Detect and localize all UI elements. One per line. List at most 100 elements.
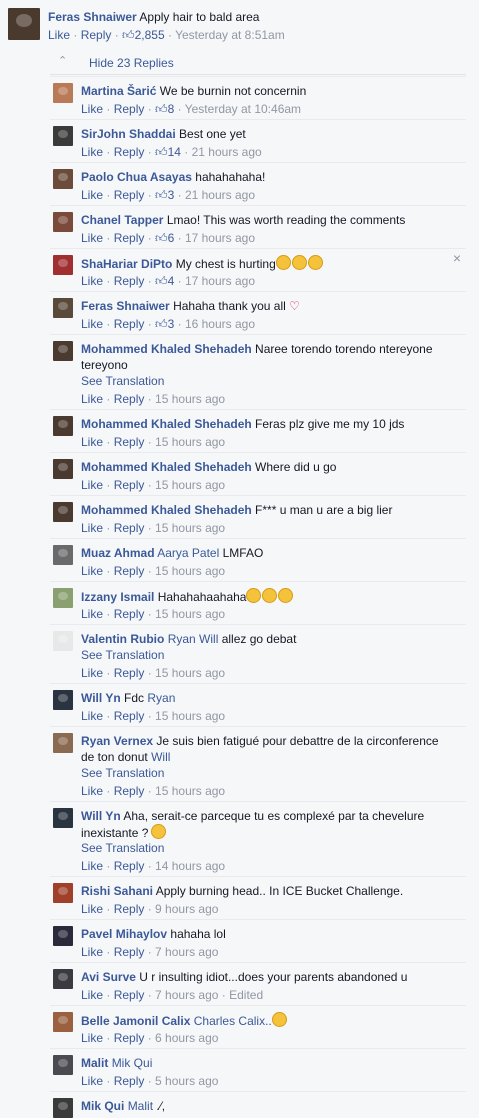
- timestamp[interactable]: 21 hours ago: [192, 145, 262, 159]
- reply-author[interactable]: Ryan Vernex: [81, 734, 153, 748]
- like-button[interactable]: Like: [81, 564, 103, 578]
- reply-author[interactable]: Paolo Chua Asayas: [81, 170, 192, 184]
- reply-button[interactable]: Reply: [114, 188, 145, 202]
- see-translation-link[interactable]: See Translation: [81, 374, 164, 388]
- see-translation-link[interactable]: See Translation: [81, 766, 164, 780]
- timestamp[interactable]: 16 hours ago: [185, 317, 255, 331]
- timestamp[interactable]: 15 hours ago: [155, 521, 225, 535]
- avatar[interactable]: [53, 459, 73, 479]
- edited-label[interactable]: Edited: [229, 988, 263, 1002]
- reply-button[interactable]: Reply: [114, 317, 145, 331]
- reply-button[interactable]: Reply: [114, 859, 145, 873]
- timestamp[interactable]: Yesterday at 8:51am: [175, 28, 285, 42]
- reply-author[interactable]: Chanel Tapper: [81, 213, 163, 227]
- like-count[interactable]: 2,855: [135, 28, 165, 42]
- reply-button[interactable]: Reply: [114, 709, 145, 723]
- timestamp[interactable]: 15 hours ago: [155, 392, 225, 406]
- reply-button[interactable]: Reply: [114, 145, 145, 159]
- like-button[interactable]: Like: [81, 1031, 103, 1045]
- reply-author[interactable]: Mohammed Khaled Shehadeh: [81, 417, 252, 431]
- timestamp[interactable]: 14 hours ago: [155, 859, 225, 873]
- avatar[interactable]: [53, 341, 73, 361]
- like-button[interactable]: Like: [81, 231, 103, 245]
- reply-author[interactable]: Mohammed Khaled Shehadeh: [81, 460, 252, 474]
- like-button[interactable]: Like: [48, 28, 70, 42]
- reply-author[interactable]: Will Yn: [81, 809, 121, 823]
- timestamp[interactable]: 17 hours ago: [185, 231, 255, 245]
- reply-author[interactable]: Avi Surve: [81, 970, 136, 984]
- hide-replies-row[interactable]: ⌃ Hide 23 Replies: [50, 52, 466, 75]
- like-button[interactable]: Like: [81, 435, 103, 449]
- reply-author[interactable]: Pavel Mihaylov: [81, 927, 167, 941]
- timestamp[interactable]: 15 hours ago: [155, 709, 225, 723]
- like-count[interactable]: 14: [168, 145, 181, 159]
- like-button[interactable]: Like: [81, 1074, 103, 1088]
- timestamp[interactable]: 15 hours ago: [155, 784, 225, 798]
- reply-button[interactable]: Reply: [114, 1031, 145, 1045]
- tagged-user[interactable]: Mik Qui: [112, 1056, 153, 1070]
- like-button[interactable]: Like: [81, 607, 103, 621]
- reply-button[interactable]: Reply: [114, 521, 145, 535]
- timestamp[interactable]: 6 hours ago: [155, 1031, 218, 1045]
- like-button[interactable]: Like: [81, 317, 103, 331]
- reply-author[interactable]: Belle Jamonil Calix: [81, 1014, 190, 1028]
- reply-button[interactable]: Reply: [114, 102, 145, 116]
- timestamp[interactable]: 7 hours ago: [155, 945, 218, 959]
- like-button[interactable]: Like: [81, 392, 103, 406]
- reply-author[interactable]: Valentin Rubio: [81, 632, 164, 646]
- avatar[interactable]: [53, 926, 73, 946]
- reply-button[interactable]: Reply: [81, 28, 112, 42]
- reply-author[interactable]: ShaHariar DiPto: [81, 257, 172, 271]
- timestamp[interactable]: 5 hours ago: [155, 1074, 218, 1088]
- like-button[interactable]: Like: [81, 188, 103, 202]
- reply-author[interactable]: Malit: [81, 1056, 108, 1070]
- like-button[interactable]: Like: [81, 666, 103, 680]
- avatar[interactable]: [53, 969, 73, 989]
- reply-button[interactable]: Reply: [114, 666, 145, 680]
- see-translation-link[interactable]: See Translation: [81, 648, 164, 662]
- like-button[interactable]: Like: [81, 859, 103, 873]
- reply-button[interactable]: Reply: [114, 607, 145, 621]
- reply-button[interactable]: Reply: [114, 1074, 145, 1088]
- reply-button[interactable]: Reply: [114, 902, 145, 916]
- timestamp[interactable]: 9 hours ago: [155, 902, 218, 916]
- avatar[interactable]: [53, 212, 73, 232]
- timestamp[interactable]: 17 hours ago: [185, 274, 255, 288]
- hide-replies-link[interactable]: Hide 23 Replies: [89, 56, 174, 70]
- tagged-user[interactable]: Ryan Will: [168, 632, 219, 646]
- reply-author[interactable]: SirJohn Shaddai: [81, 127, 176, 141]
- reply-author[interactable]: Izzany Ismail: [81, 590, 154, 604]
- avatar[interactable]: [53, 1012, 73, 1032]
- avatar[interactable]: [53, 298, 73, 318]
- reply-button[interactable]: Reply: [114, 988, 145, 1002]
- like-button[interactable]: Like: [81, 902, 103, 916]
- reply-button[interactable]: Reply: [114, 945, 145, 959]
- avatar[interactable]: [53, 631, 73, 651]
- like-button[interactable]: Like: [81, 274, 103, 288]
- reply-author[interactable]: Feras Shnaiwer: [81, 299, 170, 313]
- avatar[interactable]: [53, 690, 73, 710]
- close-icon[interactable]: ×: [453, 250, 461, 266]
- avatar[interactable]: [53, 883, 73, 903]
- reply-button[interactable]: Reply: [114, 274, 145, 288]
- see-translation-link[interactable]: See Translation: [81, 841, 164, 855]
- timestamp[interactable]: 21 hours ago: [185, 188, 255, 202]
- timestamp[interactable]: 15 hours ago: [155, 666, 225, 680]
- reply-author[interactable]: Muaz Ahmad: [81, 546, 155, 560]
- avatar[interactable]: [53, 416, 73, 436]
- reply-button[interactable]: Reply: [114, 231, 145, 245]
- reply-author[interactable]: Rishi Sahani: [81, 884, 153, 898]
- like-button[interactable]: Like: [81, 784, 103, 798]
- timestamp[interactable]: Yesterday at 10:46am: [185, 102, 301, 116]
- like-button[interactable]: Like: [81, 945, 103, 959]
- timestamp[interactable]: 15 hours ago: [155, 607, 225, 621]
- timestamp[interactable]: 15 hours ago: [155, 564, 225, 578]
- like-button[interactable]: Like: [81, 145, 103, 159]
- tagged-user[interactable]: Aarya Patel: [157, 546, 219, 560]
- timestamp[interactable]: 15 hours ago: [155, 478, 225, 492]
- comment-author[interactable]: Feras Shnaiwer: [48, 10, 137, 24]
- tagged-user[interactable]: Ryan: [147, 691, 175, 705]
- avatar[interactable]: [53, 502, 73, 522]
- timestamp[interactable]: 15 hours ago: [155, 435, 225, 449]
- reply-author[interactable]: Martina Šarić: [81, 84, 156, 98]
